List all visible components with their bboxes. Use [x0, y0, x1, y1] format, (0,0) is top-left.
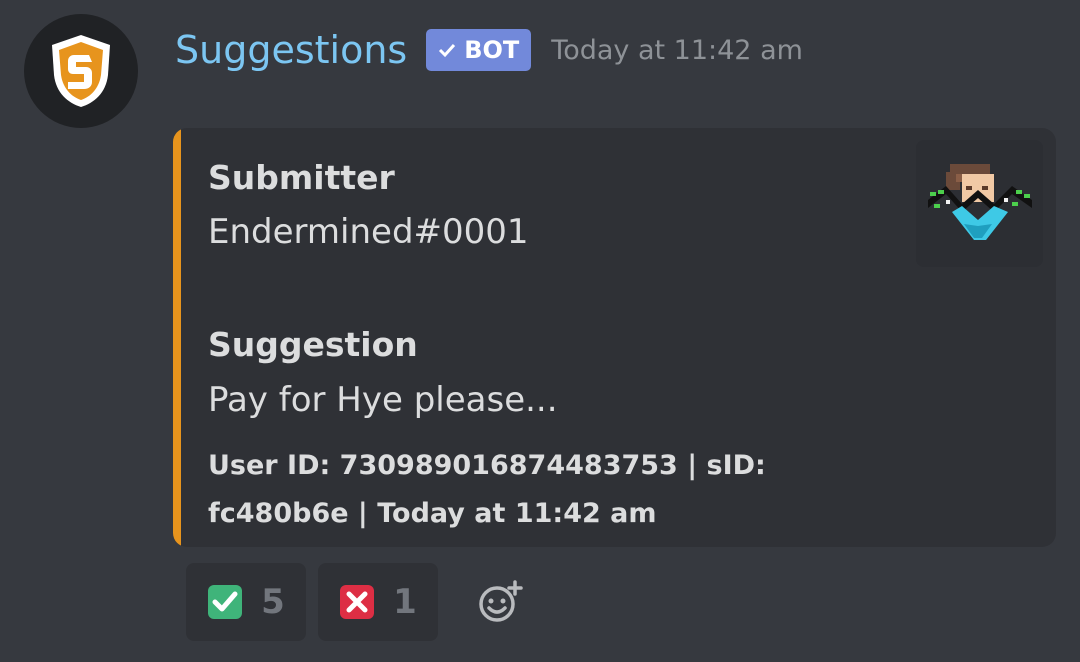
bot-badge-label: BOT	[464, 36, 520, 64]
pixel-avatar-image	[928, 164, 1032, 240]
reaction-cross[interactable]: 1	[318, 563, 438, 641]
reaction-bar: 5 1	[186, 563, 530, 641]
footer-line-1: User ID: 730989016874483753 | sID:	[208, 450, 766, 481]
field-name-suggestion: Suggestion	[208, 325, 418, 364]
author-username[interactable]: Suggestions	[175, 31, 407, 69]
checkmark-icon	[438, 42, 456, 58]
add-reaction-button[interactable]	[470, 572, 530, 632]
reaction-check-count: 5	[261, 582, 285, 622]
add-emoji-icon	[479, 580, 523, 622]
embed-accent-bar	[173, 128, 181, 547]
reaction-check[interactable]: 5	[186, 563, 306, 641]
footer-line-2: fc480b6e | Today at 11:42 am	[208, 498, 657, 529]
white-check-mark-icon	[208, 585, 243, 619]
message-header: Suggestions BOT Today at 11:42 am	[175, 22, 803, 78]
embed-thumbnail[interactable]	[916, 140, 1043, 267]
bot-badge: BOT	[426, 29, 532, 71]
chat-message: Suggestions BOT Today at 11:42 am Submit…	[0, 0, 1080, 662]
suggestion-embed: Submitter Endermined#0001 Suggestion Pay…	[173, 128, 1056, 547]
reaction-cross-count: 1	[393, 582, 417, 622]
embed-footer: User ID: 730989016874483753 | sID: fc480…	[208, 442, 848, 538]
cross-mark-icon	[340, 585, 375, 619]
field-value-suggestion: Pay for Hye please...	[208, 380, 558, 420]
field-name-submitter: Submitter	[208, 158, 395, 197]
shield-s-icon	[52, 35, 110, 107]
field-value-submitter: Endermined#0001	[208, 212, 529, 252]
bot-avatar[interactable]	[24, 14, 138, 128]
message-timestamp: Today at 11:42 am	[551, 34, 803, 66]
